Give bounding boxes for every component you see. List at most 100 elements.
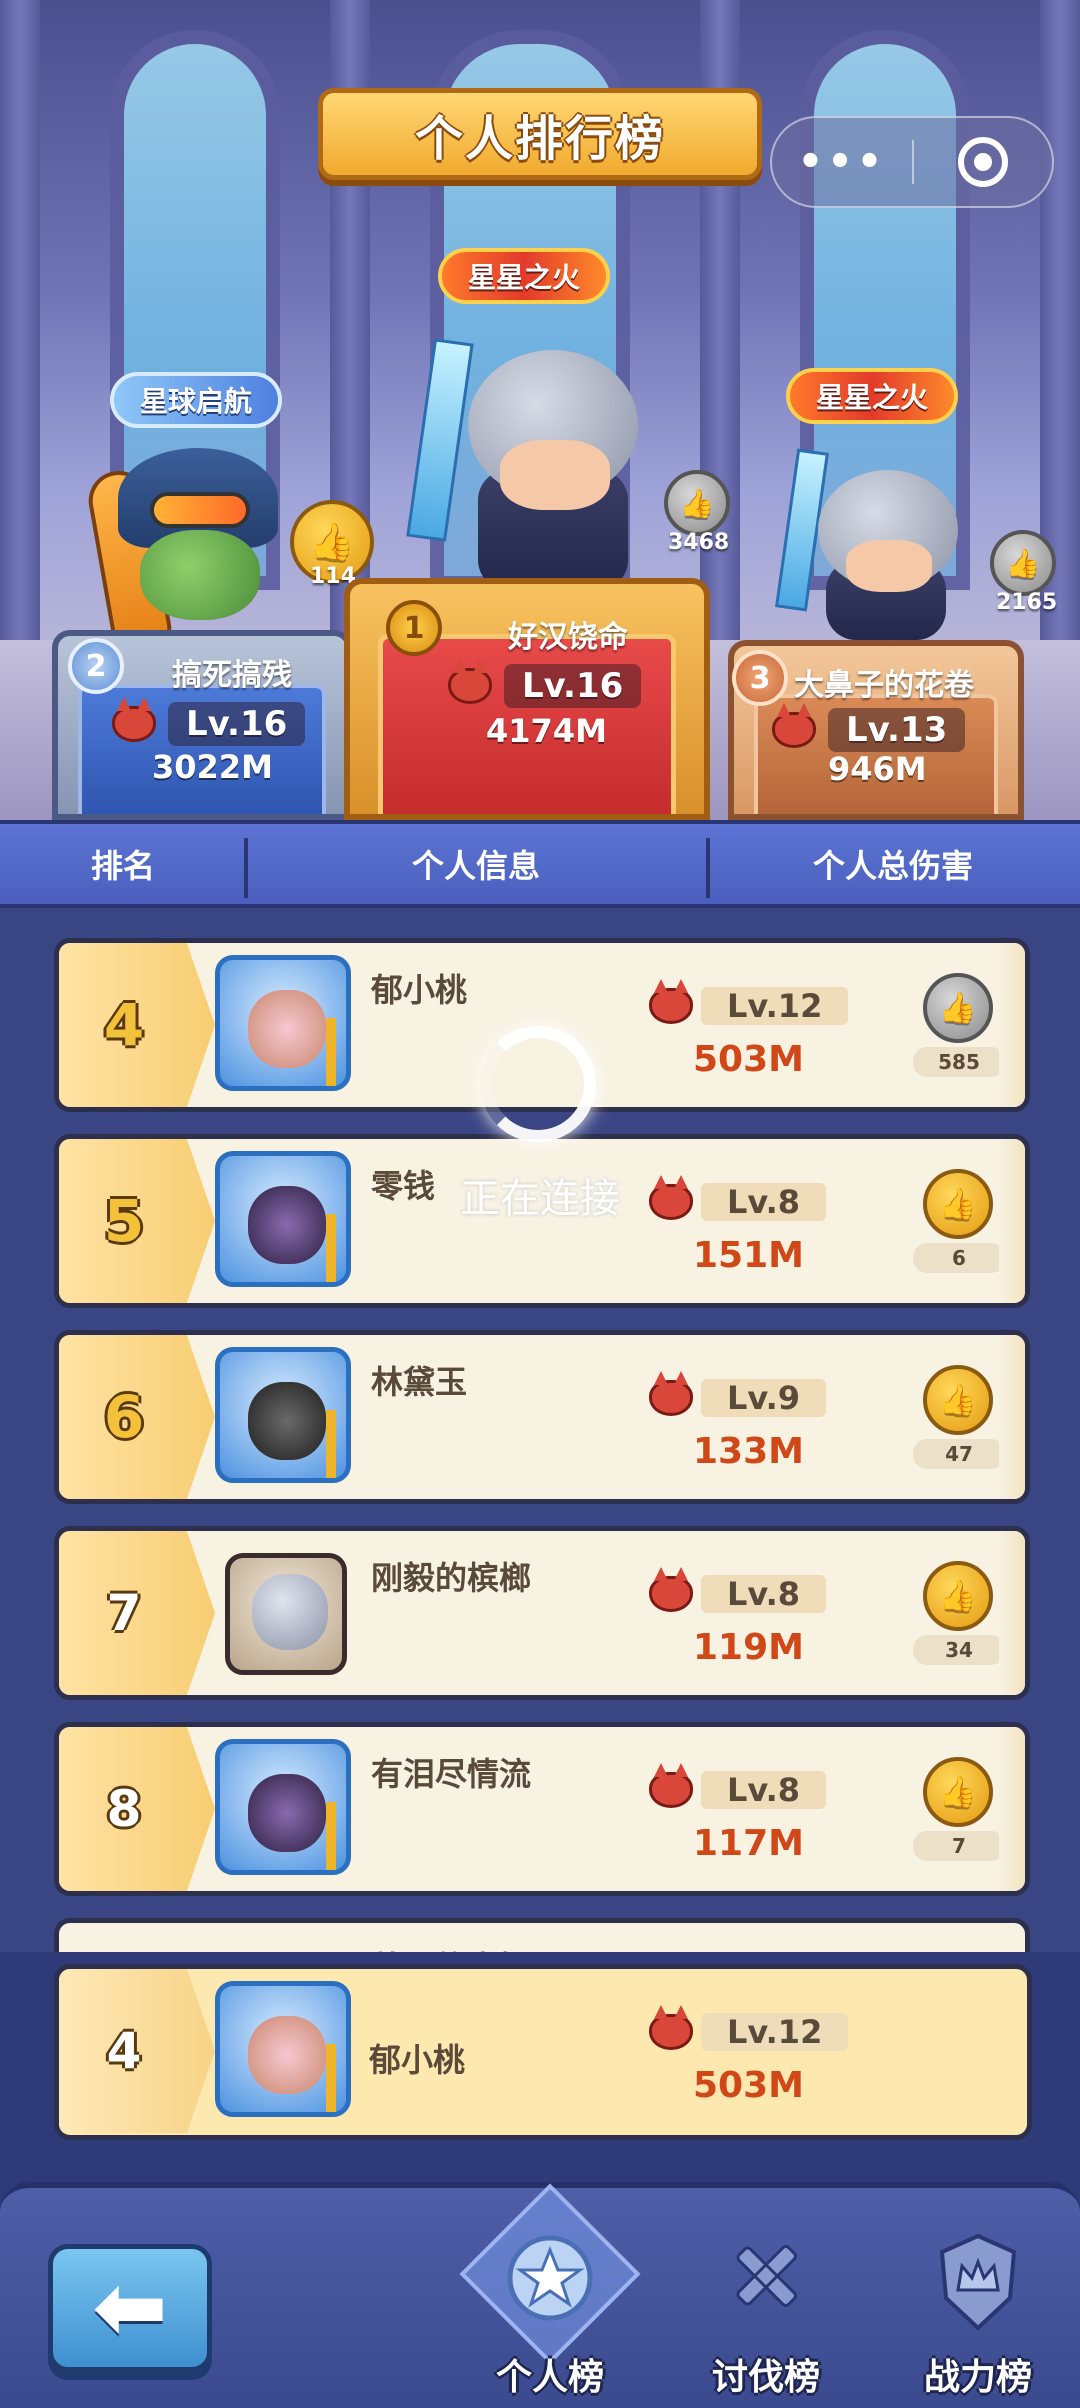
- tab-power-ranking[interactable]: 战力榜: [888, 2208, 1068, 2408]
- like-count: 34: [913, 1635, 1005, 1665]
- like-count-rank-1: 3468: [668, 530, 730, 555]
- devil-icon: [649, 1371, 693, 1416]
- like-count: 585: [913, 1047, 1005, 1077]
- list-item[interactable]: 8 有泪尽情流 Lv.8 117M 👍 7: [54, 1722, 1030, 1896]
- total-damage: 503M: [693, 1039, 804, 1080]
- avatar[interactable]: [215, 1347, 351, 1483]
- row-edge: [999, 1335, 1025, 1499]
- trident-icon: [326, 1410, 336, 1478]
- hero-face: [846, 540, 932, 592]
- player-name-rank-3: 大鼻子的花卷: [794, 668, 974, 703]
- thumbs-up-icon: 👍: [939, 1578, 977, 1614]
- avatar[interactable]: [215, 1981, 351, 2117]
- player-level-rank-2: Lv.16: [168, 702, 306, 746]
- player-name: 林黛玉: [371, 1363, 468, 1401]
- player-level: Lv.12: [701, 2013, 849, 2051]
- row-edge: [999, 1727, 1025, 1891]
- column-rank: 排名: [90, 847, 155, 885]
- total-damage: 151M: [693, 1235, 804, 1276]
- like-button[interactable]: 👍: [923, 1169, 993, 1239]
- like-count: 7: [913, 1831, 1005, 1861]
- level-row: Lv.12: [649, 2005, 849, 2051]
- more-menu-icon[interactable]: •••: [772, 142, 912, 182]
- player-level: Lv.8: [701, 1575, 827, 1613]
- rank-number: 6: [103, 1383, 145, 1451]
- player-level: Lv.8: [701, 1771, 827, 1809]
- like-count-rank-3: 2165: [996, 590, 1058, 615]
- rank-medal-2: 2: [68, 638, 124, 694]
- page-title: 个人排行榜: [414, 111, 665, 167]
- target-icon: [957, 137, 1008, 187]
- trident-icon: [326, 2044, 336, 2112]
- devil-icon: [112, 697, 156, 742]
- star-badge-icon: [507, 2235, 593, 2321]
- title-banner: 个人排行榜: [318, 88, 762, 180]
- like-button[interactable]: 👍: [923, 1757, 993, 1827]
- title-tag-rank-1: 星星之火: [438, 248, 611, 304]
- rank-number: 4: [106, 2022, 142, 2080]
- total-damage: 119M: [693, 1627, 804, 1668]
- level-row: Lv.9: [649, 1371, 827, 1417]
- close-mini-program-button[interactable]: [914, 137, 1052, 187]
- avatar[interactable]: [215, 955, 351, 1091]
- player-level: Lv.8: [701, 1183, 827, 1221]
- back-arrow-icon: ⬅: [92, 2255, 168, 2360]
- damage-rank-2: 3022M: [152, 748, 273, 786]
- tab-personal-ranking[interactable]: 个人榜: [459, 2183, 641, 2408]
- total-damage: 503M: [693, 2065, 804, 2106]
- level-row: Lv.8: [649, 1763, 827, 1809]
- like-button[interactable]: 👍: [923, 1365, 993, 1435]
- list-item[interactable]: 7 刚毅的槟榔 Lv.8 119M 👍 34: [54, 1526, 1030, 1700]
- rank-number: 8: [106, 1780, 142, 1838]
- like-button[interactable]: 👍: [923, 973, 993, 1043]
- like-button-rank-3[interactable]: 👍: [990, 530, 1056, 596]
- rank-medal-3: 3: [732, 650, 788, 706]
- player-name-rank-1: 好汉饶命: [508, 620, 628, 655]
- crown-shield-icon: [939, 2233, 1017, 2331]
- like-button[interactable]: 👍: [923, 1561, 993, 1631]
- pink-bear-avatar-icon: [248, 990, 326, 1068]
- back-button[interactable]: ⬅: [48, 2244, 212, 2372]
- devil-icon: [649, 1175, 693, 1220]
- player-name: 零钱: [371, 1167, 436, 1205]
- avatar[interactable]: [215, 1739, 351, 1875]
- black-cat-avatar-icon: [248, 1382, 326, 1460]
- dark-beast-avatar-icon: [248, 1186, 326, 1264]
- player-name: 郁小桃: [369, 2041, 466, 2079]
- player-name-rank-2: 搞死搞残: [172, 658, 292, 693]
- list-item[interactable]: 6 林黛玉 Lv.9 133M 👍 47: [54, 1330, 1030, 1504]
- thumbs-up-icon: 👍: [939, 1774, 977, 1810]
- devil-icon: [649, 979, 693, 1024]
- player-level-rank-3: Lv.13: [828, 708, 966, 752]
- silver-knight-avatar-icon: [252, 1574, 328, 1650]
- tab-crusade-ranking[interactable]: 讨伐榜: [676, 2208, 856, 2408]
- avatar[interactable]: [215, 1151, 351, 1287]
- spinner-icon: [480, 1026, 596, 1142]
- hero-face: [500, 440, 610, 510]
- row-edge: [999, 1531, 1025, 1695]
- column-damage: 个人总伤害: [812, 847, 973, 885]
- title-tag-rank-2: 星球启航: [110, 372, 283, 428]
- row-edge: [999, 1139, 1025, 1303]
- avatar[interactable]: [225, 1553, 347, 1675]
- like-button-rank-1[interactable]: 👍: [664, 470, 730, 536]
- player-level: Lv.9: [701, 1379, 827, 1417]
- my-rank-row[interactable]: 4 郁小桃 Lv.12 503M: [54, 1964, 1032, 2140]
- goblin-face: [140, 530, 260, 620]
- thumbs-up-icon: 👍: [309, 522, 355, 563]
- pink-bear-avatar-icon: [248, 2016, 326, 2094]
- devil-icon: [649, 1763, 693, 1808]
- list-item-partial[interactable]: 帅哥的麦椒: [54, 1918, 1030, 1952]
- damage-rank-3: 946M: [828, 750, 927, 788]
- total-damage: 117M: [693, 1823, 804, 1864]
- loading-text: 正在连接: [460, 1176, 620, 1222]
- level-row-rank-3: Lv.13: [772, 703, 966, 752]
- devil-icon: [448, 659, 492, 704]
- mini-program-capsule: •••: [770, 116, 1054, 208]
- trident-icon: [326, 1214, 336, 1282]
- player-name: 帅哥的麦椒: [371, 1943, 531, 1952]
- thumbs-up-icon: 👍: [939, 1186, 977, 1222]
- thumbs-up-icon: 👍: [1005, 546, 1041, 580]
- level-row: Lv.8: [649, 1567, 827, 1613]
- total-damage: 133M: [693, 1431, 804, 1472]
